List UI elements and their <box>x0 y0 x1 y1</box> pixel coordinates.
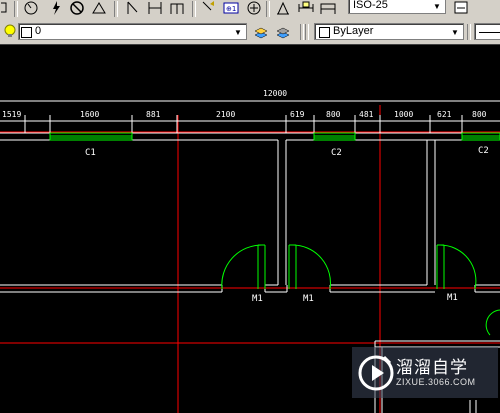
dim-text: 800 <box>326 110 341 119</box>
lightning-icon[interactable] <box>47 0 65 16</box>
layer-select[interactable]: 0 ▼ <box>18 23 247 40</box>
color-value: ByLayer <box>333 25 374 37</box>
dim-text: 1000 <box>394 110 413 119</box>
window-label: C2 <box>478 146 489 156</box>
pointer-dimension-icon[interactable] <box>124 0 142 16</box>
dim-text: 881 <box>146 110 161 119</box>
door-label: M1 <box>252 294 263 304</box>
undo-icon[interactable] <box>22 0 40 16</box>
chevron-down-icon[interactable]: ▼ <box>449 26 461 38</box>
overall-dimension: 12000 <box>0 89 500 102</box>
dimstyle-value: ISO-25 <box>353 0 388 11</box>
play-logo-icon <box>358 355 394 391</box>
tolerance-icon[interactable]: ⊕1 <box>222 0 240 16</box>
dim-update-icon[interactable] <box>319 0 337 16</box>
dim-text: 481 <box>359 110 374 119</box>
no-circle-icon[interactable] <box>68 0 86 16</box>
toolbar-separator <box>14 1 18 17</box>
layer-value: 0 <box>35 25 42 37</box>
window-label: C2 <box>331 148 342 158</box>
dim-text: 2100 <box>216 110 235 119</box>
dim-text: 800 <box>472 110 487 119</box>
dim-text: 1519 <box>2 110 21 119</box>
layer-color-swatch <box>21 27 32 38</box>
linetype-select[interactable] <box>474 23 500 40</box>
door-swing <box>439 244 477 290</box>
triangle-icon[interactable] <box>90 0 108 16</box>
door-swing <box>221 244 263 290</box>
dim-text: 1600 <box>80 110 99 119</box>
door-swing <box>291 244 331 290</box>
door-label: M1 <box>447 293 458 303</box>
toolbar-separator <box>467 24 471 40</box>
dim-text: 619 <box>290 110 305 119</box>
watermark-url: ZIXUE.3066.COM <box>396 377 476 387</box>
dim-text: 621 <box>437 110 452 119</box>
chevron-down-icon[interactable]: ▼ <box>431 0 443 12</box>
dimstyle-manager-icon[interactable] <box>452 0 470 16</box>
toolbar-row-1: ⊕1 ISO-25 ▼ <box>0 0 500 21</box>
segment-dimensions: 1519 1600 881 2100 619 800 481 1000 621 … <box>0 110 500 133</box>
watermark-brand: 溜溜自学 <box>396 358 468 378</box>
window-label: C1 <box>85 148 96 158</box>
dim-aligned-icon[interactable] <box>146 0 164 16</box>
toolbar-separator <box>192 1 196 17</box>
dim-text-edit-icon[interactable] <box>297 0 315 16</box>
door-swing <box>485 309 500 336</box>
door-label: M1 <box>303 294 314 304</box>
toolbar-separator <box>266 1 270 17</box>
svg-text:⊕1: ⊕1 <box>226 5 236 13</box>
color-swatch <box>319 27 330 38</box>
dim-edit-icon[interactable] <box>274 0 292 16</box>
layer-previous-icon[interactable] <box>274 24 292 40</box>
doors <box>221 244 500 336</box>
leader-arrow-icon[interactable] <box>200 0 218 16</box>
linetype-preview <box>479 32 500 33</box>
chevron-down-icon[interactable]: ▼ <box>232 26 244 38</box>
center-mark-icon[interactable] <box>245 0 263 16</box>
toolbar-separator <box>300 24 304 40</box>
windows <box>49 132 500 141</box>
toolbar-row-2: 0 ▼ ByLayer ▼ <box>0 20 500 45</box>
dim-text-overall: 12000 <box>263 89 287 98</box>
toolbar-separator <box>305 24 309 40</box>
toolbar-separator <box>114 1 118 17</box>
dimstyle-select[interactable]: ISO-25 ▼ <box>348 0 446 14</box>
dim-continue-icon[interactable] <box>168 0 186 16</box>
make-layer-current-icon[interactable] <box>252 24 270 40</box>
color-select[interactable]: ByLayer ▼ <box>314 23 464 40</box>
watermark: 溜溜自学 ZIXUE.3066.COM <box>352 347 500 398</box>
